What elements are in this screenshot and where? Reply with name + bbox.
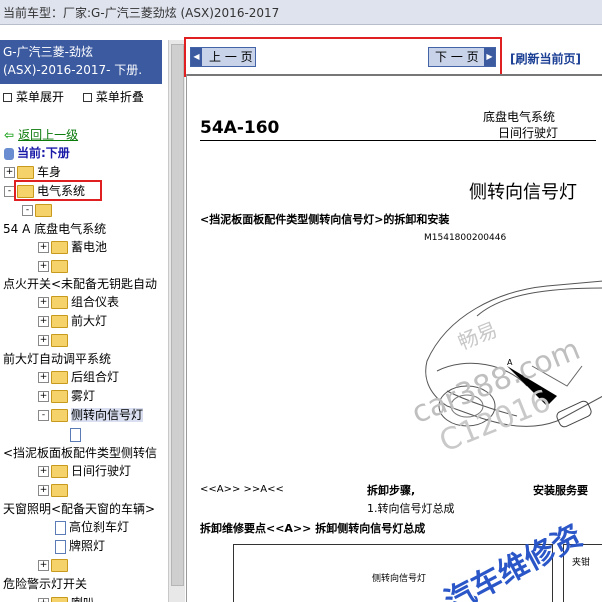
folder-icon [51,334,68,347]
page-code: 54A-160 [200,118,280,138]
reference-marks: <<A>> >>A<< [200,484,284,495]
part-code: M1541800200446 [424,233,507,243]
steps-title: 拆卸步骤, [367,484,416,497]
tree-item-battery[interactable]: + 蓄电池 [38,239,107,255]
page-top-border [187,74,602,76]
tree-item-side-turn-signal[interactable]: - 侧转向信号灯 [38,407,144,423]
expand-menu-button[interactable]: 菜单展开 [0,90,70,104]
tree-item-rear-lamp[interactable]: + 后组合灯 [38,369,119,385]
document-icon [70,427,81,442]
tree-label-sunroof: 天窗照明<配备天窗的车辆> [3,502,156,516]
tree-item-high-stop-lamp[interactable]: 高位刹车灯 [55,519,129,535]
expand-toggle-icon[interactable]: + [38,242,49,253]
collapse-menu-button[interactable]: 菜单折叠 [80,90,150,104]
tree-item-unnamed[interactable]: - [22,202,55,218]
refresh-page-link[interactable]: [刷新当前页] [510,50,581,67]
sidebar: G-广汽三菱-劲炫 (ASX)-2016-2017- 下册. 菜单展开 菜单折叠… [0,40,168,602]
expand-toggle-icon[interactable]: + [38,316,49,327]
expand-toggle-icon[interactable]: + [38,297,49,308]
folder-open-icon [35,204,52,217]
expand-toggle-icon[interactable]: + [38,560,49,571]
subsection-title: 日间行驶灯 [498,126,559,140]
tree-label-fender: <挡泥板面板配件类型侧转信 [3,446,158,460]
location-icon [4,147,14,160]
folder-icon [51,296,68,309]
expand-toggle-icon[interactable]: + [38,335,49,346]
diagram-label: 侧转向信号灯 [372,574,427,584]
tree-item-unnamed[interactable]: + [38,332,71,348]
square-icon [82,93,92,102]
folder-open-icon [51,409,68,422]
tree-item-unnamed[interactable]: + [38,482,71,498]
current-location: 当前:下册 [4,144,70,161]
back-link[interactable]: ⇦ 返回上一级 [4,126,78,143]
tree-item-body[interactable]: + 车身 [4,164,61,180]
tree-item-headlamp[interactable]: + 前大灯 [38,313,107,329]
document-page: 底盘电气系统 日间行驶灯 54A-160 侧转向信号灯 <挡泥板面板配件类型侧转… [186,74,602,602]
doc-subheading: <挡泥板面板配件类型侧转向信号灯>的拆卸和安装 [200,213,450,226]
top-bar: 当前车型：厂家:G-广汽三菱劲炫 (ASX)2016-2017 [0,0,602,25]
expand-toggle-icon[interactable]: + [38,261,49,272]
sidebar-scrollbar[interactable] [168,40,185,602]
tree-item-license-lamp[interactable]: 牌照灯 [55,538,105,554]
tree-label-ignition: 点火开关<未配备无钥匙自动 [3,277,158,291]
tree-label-leveling: 前大灯自动调平系统 [3,352,112,366]
folder-icon [51,371,68,384]
folder-icon [51,465,68,478]
current-vehicle: 当前车型：厂家:G-广汽三菱劲炫 (ASX)2016-2017 [3,6,280,20]
service-point: 拆卸维修要点<<A>> 拆卸侧转向信号灯总成 [200,522,426,535]
expand-toggle-icon[interactable]: + [38,598,49,602]
tree-item-horn[interactable]: +喇叭 [38,595,95,602]
step-1: 1.转向信号灯总成 [367,502,455,515]
tree-label-chassis: 54 A 底盘电气系统 [3,222,107,236]
install-title: 安装服务要 [533,484,588,497]
highlight-box [14,180,102,201]
tree-item-cluster[interactable]: + 组合仪表 [38,294,119,310]
menu-toolbar: 菜单展开 菜单折叠 [0,88,168,106]
divider [200,140,596,141]
folder-icon [51,597,68,602]
scrollbar-thumb[interactable] [171,44,184,586]
folder-icon [51,315,68,328]
tree-label-hazard: 危险警示灯开关 [3,577,88,591]
tree-item-unnamed[interactable]: + [38,258,71,274]
folder-icon [51,260,68,273]
doc-heading: 侧转向信号灯 [469,182,577,203]
expand-toggle-icon[interactable]: + [4,167,15,178]
highlight-box [184,37,502,77]
folder-icon [17,166,34,179]
expand-toggle-icon[interactable]: + [38,372,49,383]
tree-item-document[interactable] [70,426,84,442]
expand-toggle-icon[interactable]: + [38,391,49,402]
arrow-left-icon: ⇦ [4,128,15,142]
section-title: 底盘电气系统 [483,110,556,124]
tree-item-drl[interactable]: + 日间行驶灯 [38,463,131,479]
collapse-toggle-icon[interactable]: - [38,410,49,421]
folder-icon [51,559,68,572]
tree-item-unnamed[interactable]: + [38,557,71,573]
folder-icon [51,390,68,403]
sidebar-title: G-广汽三菱-劲炫 (ASX)-2016-2017- 下册. [0,40,162,84]
folder-icon [51,484,68,497]
square-icon [3,93,12,102]
folder-icon [51,241,68,254]
document-icon [55,520,66,535]
expand-toggle-icon[interactable]: + [38,466,49,477]
tree-item-fog-lamp[interactable]: + 雾灯 [38,388,95,404]
expand-toggle-icon[interactable]: + [38,485,49,496]
collapse-toggle-icon[interactable]: - [22,205,33,216]
document-icon [55,539,66,554]
